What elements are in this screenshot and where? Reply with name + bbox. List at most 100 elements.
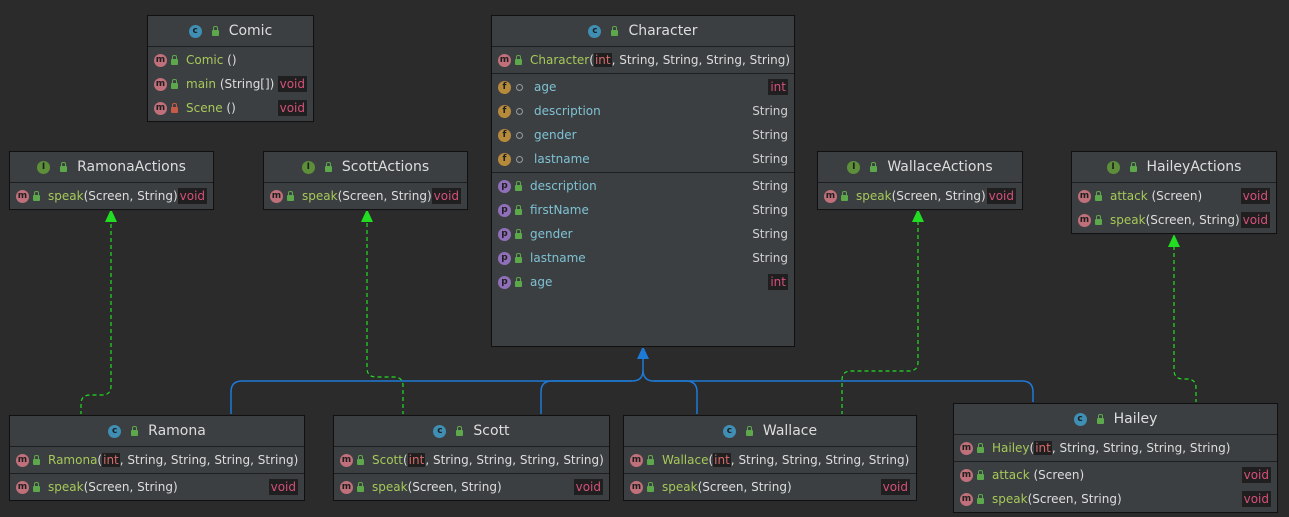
arrowhead-scott-actions bbox=[361, 209, 373, 222]
field-row[interactable]: f lastname String bbox=[492, 147, 794, 171]
interface-title: WallaceActions bbox=[887, 159, 993, 175]
wallace-class-box[interactable]: c Wallace m Wallace (int, String, String,… bbox=[623, 415, 917, 501]
method-row[interactable]: m speak (Screen, String) void bbox=[624, 475, 916, 499]
method-name: Comic bbox=[186, 53, 224, 67]
field-row[interactable]: f gender String bbox=[492, 123, 794, 147]
field-type: String bbox=[752, 104, 788, 118]
method-icon: m bbox=[498, 53, 511, 67]
class-header: c Ramona bbox=[10, 416, 304, 447]
arg-type: String bbox=[257, 453, 294, 467]
return-type: void bbox=[277, 76, 307, 92]
method-args: (Screen, String) bbox=[1027, 492, 1122, 506]
character-class-box[interactable]: c Character m Character (int, String, Str… bbox=[491, 15, 795, 347]
method-row[interactable]: m speak (Screen, String) void bbox=[10, 475, 304, 499]
public-lock-icon bbox=[745, 426, 753, 436]
class-icon: c bbox=[588, 24, 602, 38]
public-lock-icon bbox=[515, 55, 522, 65]
comic-methods: m Comic () m main (String[]) void m Scen… bbox=[148, 47, 313, 121]
comic-class-box[interactable]: c Comic m Comic () m main (String[]) voi… bbox=[147, 15, 314, 122]
inherit-line-hailey bbox=[654, 380, 1034, 403]
interface-methods: m attack (Screen) void m speak (Screen, S… bbox=[1072, 183, 1276, 233]
return-type: void bbox=[177, 188, 208, 204]
constructor-row[interactable]: m Hailey (int, String, String, String, St… bbox=[954, 436, 1277, 460]
interface-title: HaileyActions bbox=[1146, 159, 1242, 175]
public-lock-icon bbox=[357, 482, 364, 492]
constructor-row[interactable]: m Character (int, String, String, String,… bbox=[492, 48, 794, 72]
method-row[interactable]: m Comic () bbox=[148, 48, 313, 72]
arg-type: String bbox=[825, 453, 862, 467]
method-row[interactable]: m speak (Screen, String) void bbox=[1072, 208, 1276, 232]
field-name: lastname bbox=[534, 152, 590, 166]
class-icon: c bbox=[188, 24, 202, 38]
arg-type: String bbox=[476, 453, 513, 467]
method-row[interactable]: m speak (Screen, String) void bbox=[264, 184, 467, 208]
property-row[interactable]: p age int bbox=[492, 270, 794, 294]
public-lock-icon bbox=[211, 26, 219, 36]
comic-header: c Comic bbox=[148, 16, 313, 47]
return-type: void bbox=[1241, 467, 1271, 483]
method-row[interactable]: m attack (Screen) void bbox=[954, 463, 1277, 487]
method-args: (String[]) bbox=[219, 77, 275, 91]
property-type: String bbox=[752, 203, 788, 217]
field-icon: f bbox=[498, 128, 511, 142]
interface-icon: I bbox=[37, 160, 51, 174]
constructor-row[interactable]: m Scott (int, String, String, String, Str… bbox=[334, 448, 609, 472]
public-lock-icon bbox=[33, 455, 40, 465]
field-row[interactable]: f age int bbox=[492, 75, 794, 99]
method-args: (Screen) bbox=[1033, 468, 1085, 482]
method-row[interactable]: m speak (Screen, String) void bbox=[818, 184, 1022, 208]
property-row[interactable]: p firstName String bbox=[492, 198, 794, 222]
method-name: attack bbox=[1110, 189, 1148, 203]
public-lock-icon bbox=[977, 470, 984, 480]
field-type: String bbox=[752, 152, 788, 166]
field-icon: f bbox=[498, 104, 511, 118]
public-lock-icon bbox=[515, 277, 522, 287]
class-methods: m speak (Screen, String) void bbox=[334, 474, 609, 500]
method-name: speak bbox=[1110, 213, 1146, 227]
arg-type: String bbox=[432, 453, 469, 467]
public-lock-icon bbox=[60, 162, 68, 172]
property-name: firstName bbox=[530, 203, 589, 217]
constructor-row[interactable]: m Ramona (int, String, String, String, St… bbox=[10, 448, 304, 472]
method-row[interactable]: m speak (Screen, String) void bbox=[10, 184, 213, 208]
property-row[interactable]: p description String bbox=[492, 174, 794, 198]
class-header: c Wallace bbox=[624, 416, 916, 447]
property-row[interactable]: p gender String bbox=[492, 222, 794, 246]
method-row[interactable]: m speak (Screen, String) void bbox=[334, 475, 609, 499]
method-row[interactable]: m Scene () void bbox=[148, 96, 313, 120]
scott-actions-interface-box[interactable]: I ScottActions m speak (Screen, String) v… bbox=[263, 151, 468, 210]
arg-type: String bbox=[1059, 441, 1096, 455]
arrowhead-wallace-actions bbox=[912, 209, 924, 222]
method-icon: m bbox=[154, 101, 167, 115]
arg-type: String bbox=[619, 53, 656, 67]
wallace-actions-interface-box[interactable]: I WallaceActions m speak (Screen, String)… bbox=[817, 151, 1023, 210]
public-lock-icon bbox=[33, 191, 40, 201]
class-icon: c bbox=[433, 424, 447, 438]
character-fields: f age int f description String f gender … bbox=[492, 74, 794, 173]
method-args: (Screen, String) bbox=[337, 189, 432, 203]
constructor-row[interactable]: m Wallace (int, String, String, String, S… bbox=[624, 448, 916, 472]
method-row[interactable]: m speak (Screen, String) void bbox=[954, 487, 1277, 511]
method-row[interactable]: m attack (Screen) void bbox=[1072, 184, 1276, 208]
method-args: () bbox=[227, 53, 237, 67]
method-icon: m bbox=[1078, 213, 1091, 227]
scott-class-box[interactable]: c Scott m Scott (int, String, String, Str… bbox=[333, 415, 610, 501]
public-lock-icon bbox=[171, 79, 178, 89]
arg-type: int bbox=[407, 453, 426, 467]
method-row[interactable]: m main (String[]) void bbox=[148, 72, 313, 96]
method-name: main bbox=[186, 77, 216, 91]
class-title: Comic bbox=[228, 23, 273, 39]
hailey-actions-interface-box[interactable]: I HaileyActions m attack (Screen) void m… bbox=[1071, 151, 1277, 234]
method-icon: m bbox=[154, 53, 167, 67]
arg-type: String bbox=[127, 453, 164, 467]
character-constructor: m Character (int, String, String, String,… bbox=[492, 47, 794, 74]
ramona-actions-interface-box[interactable]: I RamonaActions m speak (Screen, String) … bbox=[9, 151, 214, 210]
public-lock-icon bbox=[515, 229, 522, 239]
method-icon: m bbox=[340, 453, 353, 467]
property-icon: p bbox=[498, 203, 511, 217]
public-lock-icon bbox=[171, 55, 178, 65]
ramona-class-box[interactable]: c Ramona m Ramona (int, String, String, S… bbox=[9, 415, 305, 501]
property-row[interactable]: p lastname String bbox=[492, 246, 794, 270]
field-row[interactable]: f description String bbox=[492, 99, 794, 123]
hailey-class-box[interactable]: c Hailey m Hailey (int, String, String, S… bbox=[953, 403, 1278, 513]
